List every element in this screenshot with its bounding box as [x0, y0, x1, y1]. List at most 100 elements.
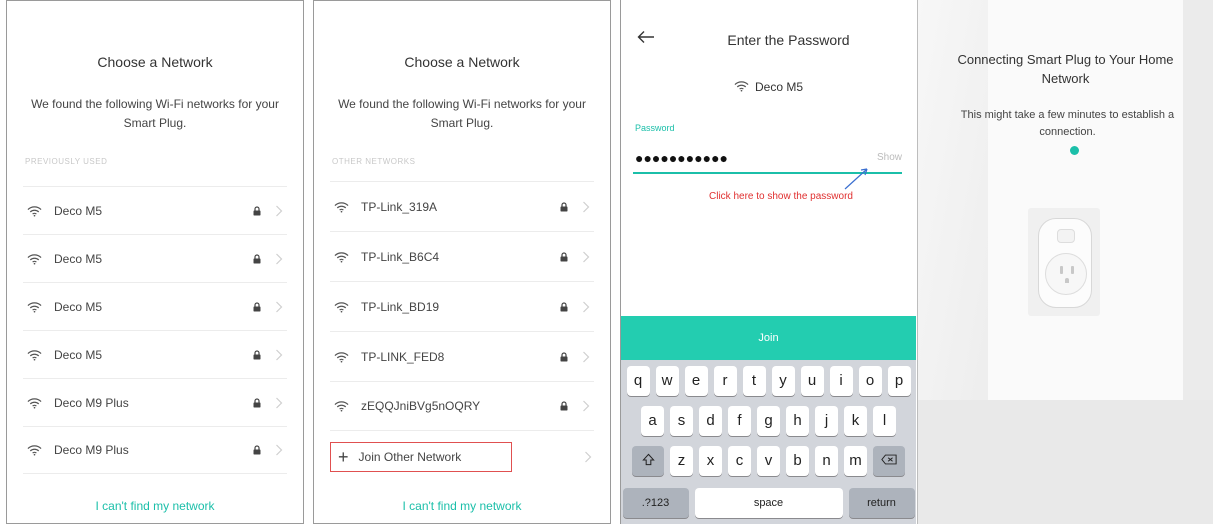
- key[interactable]: r: [713, 366, 737, 396]
- keyboard-row-2: a s d f g h j k l: [621, 406, 916, 436]
- show-password-button[interactable]: Show: [877, 152, 902, 163]
- key[interactable]: d: [699, 406, 722, 436]
- network-row[interactable]: TP-LINK_FED8: [330, 331, 594, 381]
- key[interactable]: z: [670, 446, 693, 476]
- page-subtitle: We found the following Wi-Fi networks fo…: [338, 97, 586, 130]
- page-title: Connecting Smart Plug to Your Home Netwo…: [957, 52, 1174, 86]
- key[interactable]: y: [771, 366, 795, 396]
- onscreen-keyboard: q w e r t y u i o p a s d f g h j k l z: [621, 360, 916, 524]
- network-list: Deco M5 Deco M5 Deco M5 Deco M5 Deco M9 …: [7, 186, 303, 474]
- key[interactable]: w: [655, 366, 679, 396]
- section-label: PREVIOUSLY USED: [25, 157, 108, 166]
- key[interactable]: l: [873, 406, 896, 436]
- wifi-icon: [334, 201, 349, 213]
- panel-connecting: Connecting Smart Plug to Your Home Netwo…: [917, 0, 1213, 524]
- shift-icon: [641, 453, 655, 466]
- page-subtitle: This might take a few minutes to establi…: [960, 109, 1175, 138]
- return-key[interactable]: return: [848, 488, 915, 518]
- key[interactable]: p: [887, 366, 911, 396]
- password-label: Password: [635, 123, 675, 133]
- network-row[interactable]: Deco M5: [23, 330, 287, 378]
- wifi-icon: [334, 400, 349, 412]
- network-row[interactable]: Deco M5: [23, 282, 287, 330]
- chevron-right-icon: [275, 397, 283, 409]
- chevron-right-icon: [582, 400, 590, 412]
- key[interactable]: g: [757, 406, 780, 436]
- network-row[interactable]: zEQQJniBVg5nOQRY: [330, 381, 594, 431]
- wifi-icon: [334, 351, 349, 363]
- key[interactable]: q: [626, 366, 650, 396]
- numbers-key[interactable]: .?123: [622, 488, 689, 518]
- space-key[interactable]: space: [694, 488, 843, 518]
- key[interactable]: k: [844, 406, 867, 436]
- key[interactable]: u: [800, 366, 824, 396]
- keyboard-row-4: .?123 space return: [621, 488, 916, 518]
- password-field[interactable]: ●●●●●●●●●●●: [635, 150, 728, 166]
- join-other-network-row[interactable]: + Join Other Network: [330, 442, 596, 472]
- lock-icon: [253, 254, 261, 264]
- network-row[interactable]: Deco M9 Plus: [23, 378, 287, 426]
- network-row[interactable]: TP-Link_B6C4: [330, 231, 594, 281]
- chevron-right-icon: [584, 451, 592, 463]
- network-row[interactable]: Deco M5: [23, 186, 287, 234]
- join-button[interactable]: Join: [621, 316, 916, 360]
- selected-network: Deco M5: [621, 80, 916, 94]
- lock-icon: [253, 445, 261, 455]
- network-row[interactable]: TP-Link_319A: [330, 181, 594, 231]
- key[interactable]: f: [728, 406, 751, 436]
- network-name: Deco M5: [54, 347, 103, 362]
- network-name: Deco M9 Plus: [54, 395, 129, 410]
- key[interactable]: t: [742, 366, 766, 396]
- key[interactable]: a: [641, 406, 664, 436]
- annotation-text: Click here to show the password: [709, 191, 853, 202]
- wifi-icon: [334, 301, 349, 313]
- network-row[interactable]: Deco M9 Plus: [23, 426, 287, 474]
- network-name: Deco M5: [54, 251, 103, 266]
- back-arrow-icon[interactable]: [637, 30, 655, 44]
- chevron-right-icon: [582, 201, 590, 213]
- cant-find-network-link[interactable]: I can't find my network: [7, 499, 303, 513]
- smart-plug-socket: [1045, 253, 1087, 295]
- shift-key[interactable]: [632, 446, 664, 476]
- key[interactable]: s: [670, 406, 693, 436]
- key[interactable]: c: [728, 446, 751, 476]
- key[interactable]: o: [858, 366, 882, 396]
- lock-icon: [253, 206, 261, 216]
- chevron-right-icon: [275, 349, 283, 361]
- key[interactable]: n: [815, 446, 838, 476]
- key[interactable]: j: [815, 406, 838, 436]
- chevron-right-icon: [582, 301, 590, 313]
- network-row[interactable]: Deco M5: [23, 234, 287, 282]
- panel-other-networks: Choose a Network We found the following …: [313, 0, 611, 524]
- join-other-network-label: Join Other Network: [358, 450, 462, 464]
- keyboard-row-1: q w e r t y u i o p: [621, 366, 916, 396]
- key[interactable]: e: [684, 366, 708, 396]
- lock-icon: [560, 302, 568, 312]
- wifi-icon: [27, 349, 42, 361]
- room-floor: [918, 400, 1213, 524]
- key[interactable]: b: [786, 446, 809, 476]
- network-name: TP-Link_BD19: [361, 299, 440, 314]
- chevron-right-icon: [582, 351, 590, 363]
- lock-icon: [560, 352, 568, 362]
- cant-find-network-link[interactable]: I can't find my network: [314, 499, 610, 513]
- wifi-icon: [27, 301, 42, 313]
- key[interactable]: i: [829, 366, 853, 396]
- network-name: Deco M5: [54, 299, 103, 314]
- network-name: Deco M5: [754, 80, 804, 94]
- network-row[interactable]: TP-Link_BD19: [330, 281, 594, 331]
- lock-icon: [560, 202, 568, 212]
- key[interactable]: h: [786, 406, 809, 436]
- backspace-key[interactable]: [873, 446, 905, 476]
- key[interactable]: m: [844, 446, 867, 476]
- wifi-icon: [27, 205, 42, 217]
- smart-plug-body: [1038, 218, 1092, 308]
- keyboard-row-3: z x c v b n m: [621, 446, 916, 476]
- section-label: OTHER NETWORKS: [332, 157, 416, 166]
- network-name: TP-Link_B6C4: [361, 249, 440, 264]
- wifi-icon: [27, 444, 42, 456]
- key[interactable]: v: [757, 446, 780, 476]
- key[interactable]: x: [699, 446, 722, 476]
- wifi-icon: [734, 80, 749, 92]
- network-name: zEQQJniBVg5nOQRY: [361, 399, 481, 413]
